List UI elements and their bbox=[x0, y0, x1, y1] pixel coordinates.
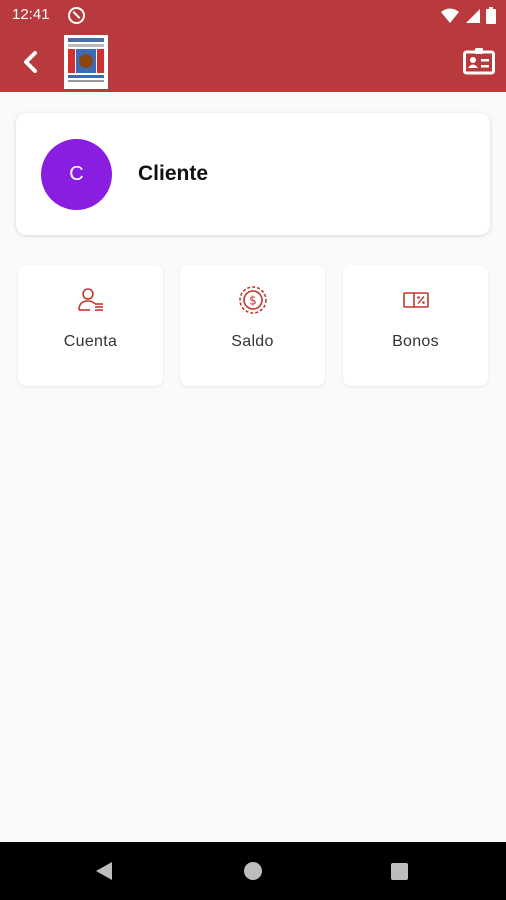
voucher-icon bbox=[402, 292, 429, 308]
back-arrow-icon bbox=[24, 51, 37, 73]
do-not-disturb-icon bbox=[68, 7, 85, 24]
profile-card[interactable]: C Cliente bbox=[16, 113, 490, 235]
id-card-button[interactable] bbox=[462, 44, 496, 78]
system-nav-bar bbox=[0, 842, 506, 900]
app-toolbar bbox=[0, 32, 506, 92]
status-bar: 12:41 bbox=[0, 0, 506, 32]
profile-name: Cliente bbox=[138, 162, 209, 185]
account-user-icon bbox=[77, 288, 103, 311]
tile-cuenta[interactable]: Cuenta bbox=[18, 265, 163, 386]
back-button[interactable] bbox=[10, 42, 50, 82]
status-icons bbox=[441, 7, 496, 24]
battery-icon bbox=[486, 7, 496, 24]
svg-text:$: $ bbox=[249, 294, 257, 308]
tile-bonos[interactable]: Bonos bbox=[343, 265, 488, 386]
status-time: 12:41 bbox=[12, 6, 50, 23]
tile-label-cuenta: Cuenta bbox=[63, 333, 118, 350]
cell-signal-icon bbox=[466, 8, 480, 23]
balance-coin-icon: $ bbox=[238, 286, 267, 314]
tile-label-bonos: Bonos bbox=[392, 333, 439, 350]
avatar: C bbox=[41, 139, 112, 210]
nav-back-icon[interactable] bbox=[96, 862, 112, 880]
id-card-icon bbox=[463, 48, 495, 75]
brand-logo bbox=[64, 35, 108, 89]
wifi-icon bbox=[441, 8, 459, 23]
nav-recents-icon[interactable] bbox=[391, 863, 408, 880]
tile-label-saldo: Saldo bbox=[231, 333, 274, 350]
nav-home-icon[interactable] bbox=[244, 862, 262, 880]
tile-saldo[interactable]: $ Saldo bbox=[180, 265, 325, 386]
